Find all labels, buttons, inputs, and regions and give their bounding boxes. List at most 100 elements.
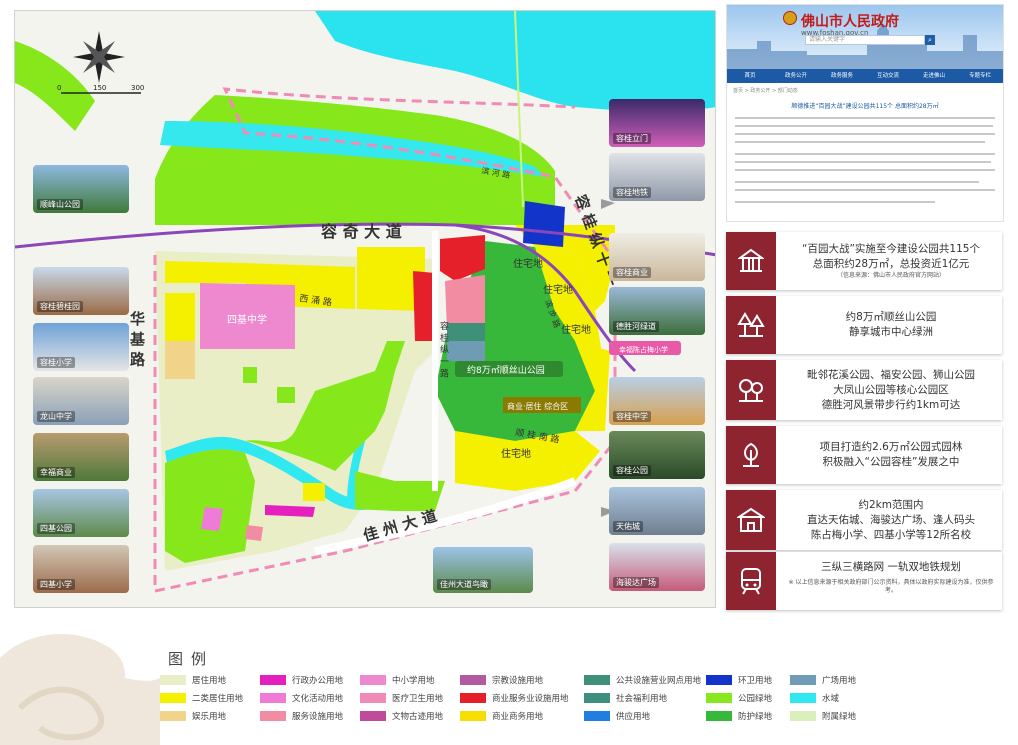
facility-blue xyxy=(447,341,485,361)
legend-label: 水域 xyxy=(822,693,840,704)
thumb-caption: 四基小学 xyxy=(37,579,75,590)
card-line: 约2km范围内 xyxy=(858,498,924,511)
school-icon xyxy=(726,490,776,550)
legend-swatch xyxy=(360,674,386,685)
scale-zero: 0 xyxy=(57,84,61,92)
legend-swatch xyxy=(706,674,732,685)
legend-label: 文化活动用地 xyxy=(292,693,344,704)
left-island-green xyxy=(15,41,95,131)
pavilion-icon xyxy=(726,232,776,290)
road-label-huaji: 华 基 路 xyxy=(128,310,146,366)
card-line: “百园大战”实施至今建设公园共115个 xyxy=(802,243,980,255)
yellow-block-5 xyxy=(165,341,195,379)
search-icon[interactable]: ⌕ xyxy=(925,35,935,45)
article-text-line xyxy=(735,153,995,155)
yellow-block-1 xyxy=(165,261,245,283)
trees-icon xyxy=(726,296,776,354)
legend-label: 社会福利用地 xyxy=(616,693,668,704)
public-facility-teal xyxy=(447,323,485,341)
legend-item: 娱乐用地 xyxy=(160,710,226,722)
small-green-2 xyxy=(277,387,295,403)
legend-label: 商业服务业设施用地 xyxy=(492,693,569,704)
legend-item: 社会福利用地 xyxy=(584,692,668,704)
legend-label: 环卫用地 xyxy=(738,675,773,686)
legend-item: 中小学用地 xyxy=(360,674,435,686)
gov-nav-bar: 首页 政务公开 政务服务 互动交流 走进佛山 专题专栏 xyxy=(727,69,1003,83)
gov-article-headline[interactable]: 顺德推进“百园大战”建设公园共115个 总面积约28万㎡ xyxy=(727,101,1003,110)
info-card-shunsi-park: 约8万㎡顺丝山公园 静享城市中心绿洲 xyxy=(726,296,1002,354)
legend-label: 中小学用地 xyxy=(392,675,435,686)
legend-swatch xyxy=(260,692,286,703)
card-note: （信息来源：佛山市人民政府官方网站） xyxy=(836,272,945,279)
legend-label: 广场用地 xyxy=(822,675,857,686)
park-label: 约8万㎡顺丝山公园 xyxy=(467,364,545,376)
thumb-caption: 容桂小学 xyxy=(37,357,75,368)
card-line: 三纵三横路网 一轨双地铁规划 xyxy=(821,561,961,573)
gov-nav-item[interactable]: 政务服务 xyxy=(819,69,865,83)
legend-swatch xyxy=(790,692,816,703)
school-label: 四基中学 xyxy=(227,313,267,326)
article-text-line xyxy=(735,161,991,163)
card-disclaimer: ※ 以上信息来源于相关政府部门公示资料，具体以政府实际建设为准，仅供参考。 xyxy=(788,579,994,594)
card-line: 约8万㎡顺丝山公园 xyxy=(845,311,937,323)
card-line: 陈占梅小学、四基小学等12所名校 xyxy=(810,528,972,541)
thumb-caption: 容桂商业 xyxy=(613,267,651,278)
thumb-caption: 佳州大道鸟瞰 xyxy=(437,579,491,590)
gov-search-input[interactable]: 请输入关键字 xyxy=(805,35,925,45)
garden-icon xyxy=(726,426,776,484)
thumb-caption: 容桂公园 xyxy=(613,465,651,476)
thumb-right-5: 容桂中学 xyxy=(609,377,705,425)
thumb-caption: 容桂中学 xyxy=(613,411,651,422)
small-green-1 xyxy=(243,367,257,383)
road-label-rongqi: 容 奇 大 道 xyxy=(320,222,402,241)
gov-nav-item[interactable]: 互动交流 xyxy=(865,69,911,83)
legend-swatch xyxy=(460,710,486,721)
legend-swatch xyxy=(706,692,732,703)
article-text-line xyxy=(735,125,993,127)
road-label-ronggui1: 容 桂 纵 一 路 xyxy=(438,320,449,378)
article-text-line xyxy=(735,133,995,135)
small-yellow-1 xyxy=(303,483,325,501)
card-line: 德胜河风景带步行约1km可达 xyxy=(821,398,961,411)
legend-item: 文物古迹用地 xyxy=(360,710,443,722)
gov-nav-item[interactable]: 走进佛山 xyxy=(911,69,957,83)
legend-title: 图例 xyxy=(168,650,215,668)
legend-swatch xyxy=(584,692,610,703)
admin-plot xyxy=(265,505,315,517)
compass-rose xyxy=(73,31,125,83)
residential-label-4: 住宅地 xyxy=(501,447,531,460)
legend-swatch xyxy=(260,674,286,685)
thumb-caption: 容桂碧桂园 xyxy=(37,301,83,312)
park-icon xyxy=(726,360,776,420)
legend-swatch xyxy=(360,710,386,721)
thumb-caption: 德胜河绿道 xyxy=(613,321,659,332)
thumb-left-4: 龙山中学 xyxy=(33,377,129,425)
legend-label: 商业商务用地 xyxy=(492,711,544,722)
legend-swatch xyxy=(790,674,816,685)
yellow-block-4 xyxy=(165,293,195,341)
thumb-caption: 容桂立门 xyxy=(613,133,651,144)
gov-site-title: 佛山市人民政府 xyxy=(801,14,899,30)
article-text-line xyxy=(735,141,985,143)
residential-label-1: 住宅地 xyxy=(513,257,543,270)
thumb-caption: 海骏达广场 xyxy=(613,577,659,588)
thumb-caption: 容桂地铁 xyxy=(613,187,651,198)
thumb-bottom: 佳州大道鸟瞰 xyxy=(433,547,533,593)
legend-item: 公园绿地 xyxy=(706,692,772,704)
gov-nav-item[interactable]: 政务公开 xyxy=(773,69,819,83)
legend-item: 环卫用地 xyxy=(706,674,773,686)
card-line: 直达天佑城、海骏达广场、逢人码头 xyxy=(807,513,975,526)
gov-nav-item[interactable]: 专题专栏 xyxy=(957,69,1003,83)
card-line: 大凤山公园等核心公园区 xyxy=(833,383,949,396)
article-text-line xyxy=(735,201,935,203)
residential-label-3: 住宅地 xyxy=(561,323,591,336)
legend-swatch xyxy=(260,710,286,721)
gov-nav-item[interactable]: 首页 xyxy=(727,69,773,83)
commercial-pink xyxy=(445,275,485,331)
kindergarten-label: 幸福陈占梅小学 xyxy=(619,345,668,354)
card-line: 总面积约28万㎡，总投资近1亿元 xyxy=(812,258,970,270)
metro-icon xyxy=(726,552,776,610)
legend-swatch xyxy=(160,692,186,703)
map-legend: 图例 居住用地 二类居住用地 娱乐用地 行政办公用地 文化活动用地 服务设施用地 中小学用地… xyxy=(160,646,1018,745)
legend-swatch xyxy=(160,710,186,721)
